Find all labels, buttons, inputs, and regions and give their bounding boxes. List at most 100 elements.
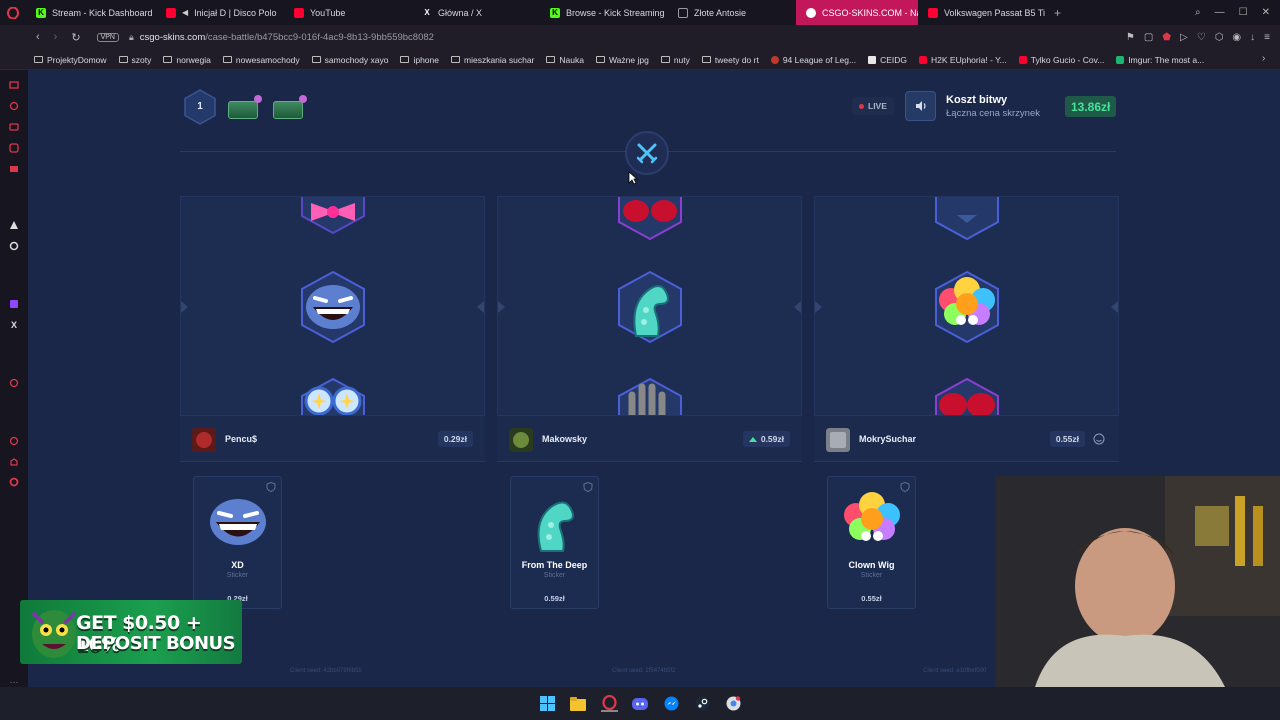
close-icon[interactable]: ✕ [1262, 7, 1270, 18]
bookmark-folder[interactable]: Ważne jpg [595, 54, 649, 65]
messenger-icon[interactable] [663, 695, 680, 712]
history-icon[interactable] [8, 101, 20, 112]
heart-icon[interactable]: ♡ [1197, 32, 1206, 43]
forward-icon[interactable]: › [54, 31, 58, 44]
bookmark-folder[interactable]: tweety do rt [701, 54, 759, 65]
chrome-icon[interactable] [725, 695, 742, 712]
clock-icon[interactable] [8, 435, 20, 446]
player-name[interactable]: Pencu$ [225, 434, 257, 444]
won-item-card[interactable]: XD Sticker 0.29zł [193, 476, 282, 609]
news-icon[interactable] [8, 80, 20, 91]
url-path: /case-battle/b475bcc9-016f-4ac9-8b13-9bb… [205, 32, 434, 43]
bookmark-folder[interactable]: szoty [118, 55, 151, 65]
opera-menu-button[interactable] [0, 0, 26, 25]
deposit-bonus-banner[interactable]: GET $0.50 + 10% DEPOSIT BONUS [20, 600, 242, 664]
twitch-icon[interactable] [8, 298, 20, 309]
case-thumbnail[interactable] [273, 95, 307, 119]
bookmark-link[interactable]: 94 League of Leg... [770, 55, 856, 65]
url-field[interactable]: csgo-skins.com/case-battle/b475bcc9-016f… [140, 32, 434, 43]
avatar[interactable] [509, 428, 533, 452]
mail-icon[interactable] [8, 163, 20, 174]
new-tab-button[interactable]: + [1046, 6, 1069, 20]
bookmark-folder[interactable]: Nauka [546, 55, 584, 65]
emoji-icon[interactable] [1093, 433, 1105, 445]
profile-icon[interactable]: ◉ [1232, 32, 1241, 43]
case-thumbnail[interactable] [228, 95, 262, 119]
bookmark-folder[interactable]: nuty [660, 55, 690, 65]
browser-sidebar: X ··· [0, 70, 28, 687]
lock-icon[interactable]: 🔒︎ [129, 32, 134, 43]
clown-wig-sticker-icon [844, 492, 900, 541]
tab-disco-polo[interactable]: ◀ Inicjał D | Disco Polo [156, 0, 284, 25]
more-icon[interactable]: ··· [8, 676, 20, 687]
player-name[interactable]: Makowsky [542, 434, 587, 444]
shield-icon[interactable]: ⬟ [1162, 32, 1171, 43]
file-explorer-icon[interactable] [570, 695, 587, 712]
tab-x-home[interactable]: X Główna / X [412, 0, 540, 25]
bookmark-link[interactable]: Imgur: The most a... [1116, 55, 1204, 65]
mouse-cursor-icon [628, 171, 638, 185]
search-icon[interactable]: ⌕ [1195, 7, 1201, 18]
bookmark-folder[interactable]: iphone [400, 55, 439, 65]
bookmark-icon[interactable]: ⚑ [1126, 32, 1135, 43]
discord-icon[interactable] [632, 695, 649, 712]
tab-volkswagen[interactable]: Volkswagen Passat B5 Ti [918, 0, 1046, 25]
sound-toggle-button[interactable] [905, 91, 936, 121]
bookmark-label: tweety do rt [714, 54, 759, 65]
extensions-icon[interactable]: ⬡ [1215, 32, 1224, 43]
bookmark-folder[interactable]: ProjektyDomow [34, 55, 107, 65]
won-item-card[interactable]: Clown Wig Sticker 0.55zł [827, 476, 916, 609]
x-icon[interactable]: X [8, 319, 20, 330]
bookmarks-overflow-icon[interactable]: › [1262, 53, 1265, 64]
minimize-icon[interactable]: — [1215, 7, 1225, 18]
gear-icon[interactable] [8, 477, 20, 488]
player-bar-3: MokrySuchar 0.55zł [814, 416, 1119, 462]
maximize-icon[interactable]: ☐ [1239, 7, 1248, 18]
steam-icon[interactable] [694, 695, 711, 712]
play-icon[interactable]: ▷ [1180, 32, 1188, 43]
folder-icon [400, 56, 410, 63]
bookmark-folder[interactable]: nowesamochody [222, 55, 300, 65]
bookmark-label: Ważne jpg [608, 54, 649, 65]
bookmark-label: ProjektyDomow [47, 54, 107, 65]
case-marker [254, 95, 262, 103]
folder-icon [311, 56, 321, 63]
player-name[interactable]: MokrySuchar [859, 434, 916, 444]
bookmark-folder[interactable]: mieszkania suchar [451, 55, 534, 65]
player-total-value: 0.59zł [742, 431, 790, 447]
clown-wig-sticker-icon [935, 270, 999, 344]
bookmark-link[interactable]: Tylko Gucio - Cov... [1018, 54, 1105, 65]
won-item-card[interactable]: From The Deep Sticker 0.59zł [510, 476, 599, 609]
add-icon[interactable] [8, 377, 20, 388]
wallet-icon[interactable] [8, 122, 20, 133]
download-icon[interactable]: ↓ [1250, 32, 1255, 43]
menu-icon[interactable]: ≡ [1264, 32, 1270, 43]
ceidg-icon [868, 55, 877, 64]
aria-icon[interactable] [8, 220, 20, 231]
tab-kick-dashboard[interactable]: K Stream - Kick Dashboard [26, 0, 156, 25]
opera-browser-icon[interactable] [600, 695, 618, 712]
bookmark-link[interactable]: CEIDG [868, 55, 907, 65]
tab-kick-browse[interactable]: K Browse - Kick Streaming [540, 0, 668, 25]
windows-start-icon[interactable] [539, 695, 556, 712]
reload-icon[interactable]: ↻ [71, 31, 80, 44]
back-icon[interactable]: ‹ [36, 31, 40, 44]
settings-gear-icon[interactable] [8, 240, 20, 251]
bookmark-label: Nauka [559, 54, 584, 65]
bookmark-folder[interactable]: norwegia [163, 55, 211, 65]
live-label: LIVE [868, 101, 887, 111]
bookmark-link[interactable]: H2K EUphoria! - Y... [919, 55, 1007, 65]
youtube-icon [1018, 55, 1027, 64]
tab-zlote-antosie[interactable]: Złote Antosie [668, 0, 796, 25]
snapshot-icon[interactable]: ▢ [1144, 32, 1153, 43]
avatar[interactable] [192, 428, 216, 452]
vpn-badge[interactable]: VPN [96, 33, 119, 42]
bookmark-label: Tylko Gucio - Cov... [1030, 54, 1105, 65]
tab-youtube[interactable]: YouTube [284, 0, 412, 25]
box-icon[interactable] [8, 456, 20, 467]
tab-csgo-skins[interactable]: CSGO-SKINS.COM - Naj [796, 0, 918, 25]
games-icon[interactable] [8, 143, 20, 154]
avatar[interactable] [826, 428, 850, 452]
live-dot-icon [859, 103, 864, 109]
bookmark-folder[interactable]: samochody xayo [311, 55, 388, 65]
